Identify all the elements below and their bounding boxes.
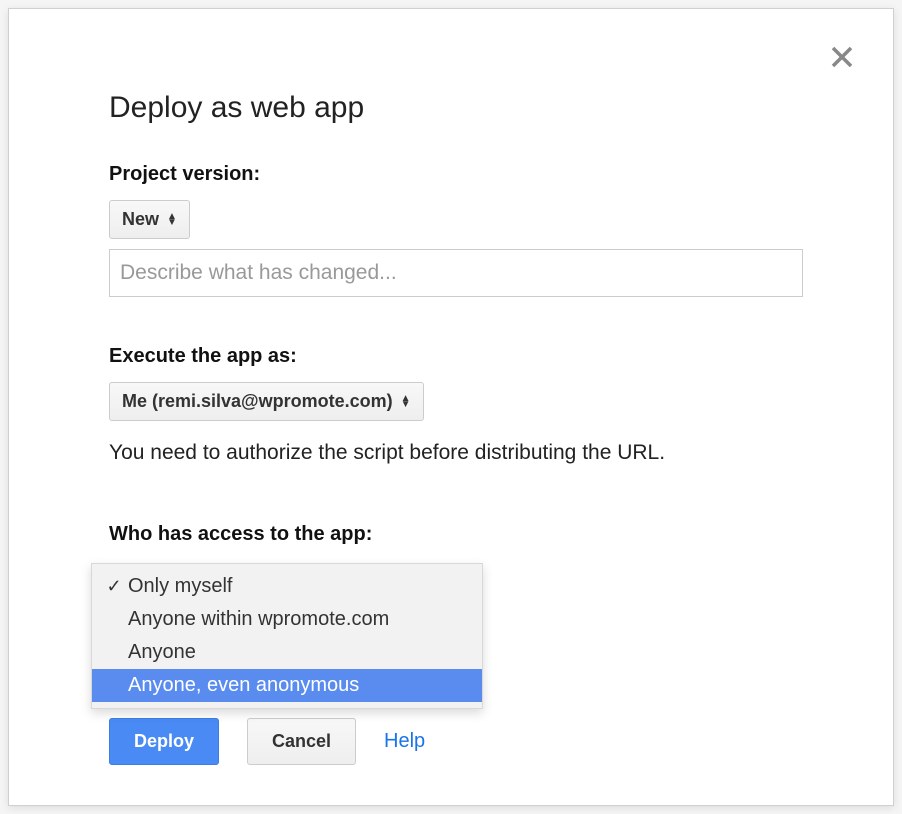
execute-as-section: Execute the app as: Me (remi.silva@wprom… [109,345,803,465]
caret-updown-icon: ▲▼ [401,396,411,408]
execute-as-value: Me (remi.silva@wpromote.com) [122,391,393,412]
check-icon: ✓ [102,576,126,597]
help-link[interactable]: Help [384,730,425,753]
project-version-select[interactable]: New ▲▼ [109,200,190,239]
project-version-section: Project version: New ▲▼ [109,163,803,297]
access-option-anyone-anonymous[interactable]: Anyone, even anonymous [92,669,482,702]
dialog-inner: Deploy as web app Project version: New ▲… [9,9,893,805]
execute-as-label: Execute the app as: [109,345,803,368]
execute-as-select[interactable]: Me (remi.silva@wpromote.com) ▲▼ [109,382,424,421]
cancel-button[interactable]: Cancel [247,718,356,765]
deploy-dialog: Deploy as web app Project version: New ▲… [8,8,894,806]
project-version-label: Project version: [109,163,803,186]
menu-label: Anyone [126,641,196,664]
project-version-value: New [122,209,159,230]
menu-label: Anyone, even anonymous [126,674,359,697]
access-dropdown-menu[interactable]: ✓ Only myself Anyone within wpromote.com… [91,563,483,709]
authorize-note: You need to authorize the script before … [109,441,803,465]
dialog-title: Deploy as web app [109,91,803,125]
access-section: Who has access to the app: [109,523,803,546]
access-label: Who has access to the app: [109,523,803,546]
close-icon[interactable] [831,41,853,73]
menu-label: Only myself [126,575,232,598]
access-option-anyone[interactable]: Anyone [92,636,482,669]
dialog-button-row: Deploy Cancel Help [109,718,425,765]
access-option-only-myself[interactable]: ✓ Only myself [92,570,482,603]
caret-updown-icon: ▲▼ [167,214,177,226]
access-option-within-domain[interactable]: Anyone within wpromote.com [92,603,482,636]
version-description-input[interactable] [109,249,803,297]
menu-label: Anyone within wpromote.com [126,608,389,631]
deploy-button[interactable]: Deploy [109,718,219,765]
